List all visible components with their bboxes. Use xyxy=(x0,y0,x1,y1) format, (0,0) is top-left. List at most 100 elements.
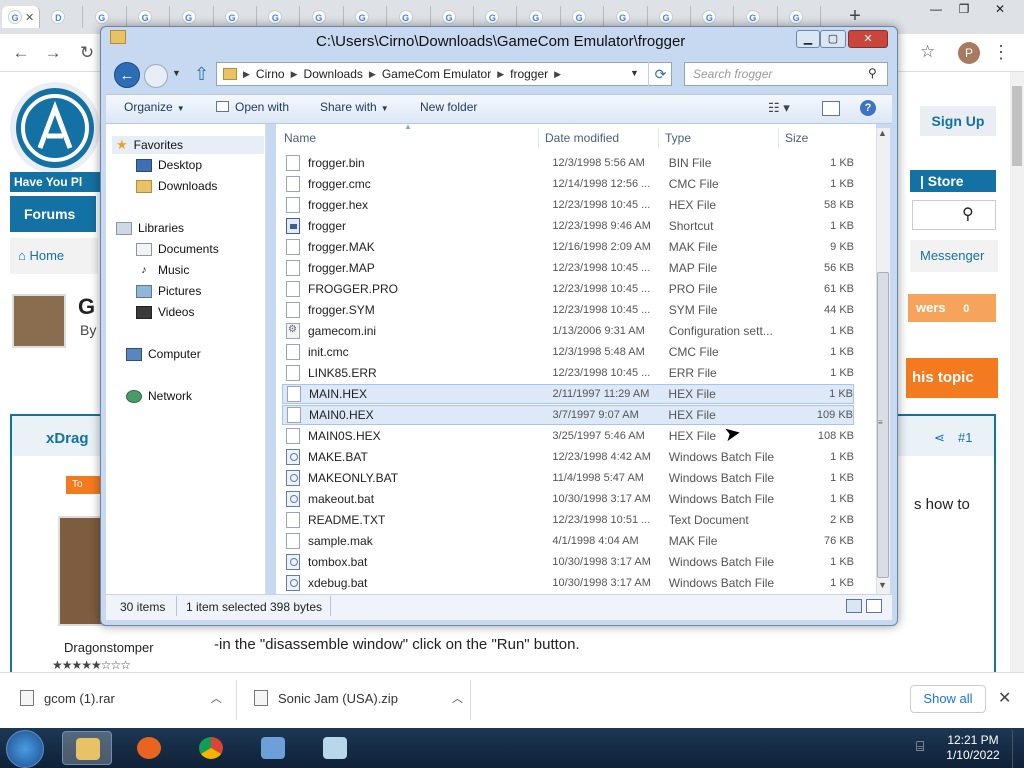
refresh-icon[interactable]: ⟳ xyxy=(648,62,672,86)
file-row[interactable]: gamecom.ini 1/13/2006 9:31 AM Configuratio… xyxy=(282,321,854,341)
file-row[interactable]: tombox.bat 10/30/1998 3:17 AM Windows Batc… xyxy=(282,552,854,572)
browser-tab[interactable]: G ✕ xyxy=(2,6,40,28)
file-row[interactable]: frogger.cmc 12/14/1998 12:56 ... CMC File 1… xyxy=(282,174,854,194)
open-with-button[interactable]: Open with xyxy=(216,100,289,114)
file-row[interactable]: MAKE.BAT 12/23/1998 4:42 AM Windows Batch … xyxy=(282,447,854,467)
column-header-date[interactable]: Date modified xyxy=(545,131,619,145)
browser-tab[interactable]: G xyxy=(393,6,431,28)
nav-computer[interactable]: Computer xyxy=(126,347,201,361)
file-row[interactable]: frogger.bin 12/3/1998 5:56 AM BIN File 1 KB xyxy=(282,153,854,173)
close-browser-button[interactable]: ✕ xyxy=(986,0,1014,20)
large-icons-view-icon[interactable] xyxy=(866,599,882,613)
column-divider[interactable] xyxy=(658,128,659,148)
file-row[interactable]: MAIN.HEX 2/11/1997 11:29 AM HEX File 1 KB xyxy=(282,384,854,404)
scroll-up-arrow-icon[interactable]: ▲ xyxy=(878,128,887,138)
preview-pane-icon[interactable] xyxy=(822,101,840,116)
scroll-down-arrow-icon[interactable]: ▼ xyxy=(878,580,887,590)
reply-topic-button[interactable]: his topic xyxy=(906,358,998,398)
minimize-button[interactable]: — xyxy=(922,0,950,20)
bookmark-star-icon[interactable]: ☆ xyxy=(920,42,935,62)
file-row[interactable]: FROGGER.PRO 12/23/1998 10:45 ... PRO File 6… xyxy=(282,279,854,299)
nav-videos[interactable]: Videos xyxy=(136,305,194,319)
post-number-link[interactable]: #1 xyxy=(958,430,972,445)
browser-tab[interactable]: G xyxy=(89,6,127,28)
site-logo[interactable] xyxy=(10,82,100,174)
menu-kebab-icon[interactable]: ⋮ xyxy=(992,42,1010,63)
taskbar-chrome[interactable] xyxy=(186,731,236,765)
column-divider[interactable] xyxy=(538,128,539,148)
chevron-right-icon[interactable]: ▶ xyxy=(554,69,561,80)
browser-tab[interactable]: G xyxy=(219,6,257,28)
post-author-name[interactable]: xDrag xyxy=(46,430,89,447)
breadcrumb-gamecom[interactable]: GameCom Emulator xyxy=(382,67,491,81)
new-tab-button[interactable]: + xyxy=(842,6,868,28)
column-header-type[interactable]: Type xyxy=(665,131,691,145)
restore-button[interactable]: ❐ xyxy=(950,0,978,20)
taskbar-control-panel[interactable] xyxy=(248,731,298,765)
breadcrumb-cirno[interactable]: Cirno xyxy=(256,67,285,81)
browser-tab[interactable]: G xyxy=(306,6,344,28)
download-item[interactable]: gcom (1).rar ︿ xyxy=(20,690,222,706)
forward-button[interactable] xyxy=(144,64,168,88)
file-row[interactable]: frogger.MAP 12/23/1998 10:45 ... MAP File 5… xyxy=(282,258,854,278)
back-button[interactable]: ← xyxy=(114,62,140,88)
help-icon[interactable]: ? xyxy=(860,100,876,116)
browser-tab[interactable]: G xyxy=(566,6,605,28)
search-icon[interactable]: ⚲ xyxy=(868,66,877,80)
forward-arrow-icon[interactable]: → xyxy=(42,42,64,64)
browser-tab[interactable]: D xyxy=(45,6,84,28)
forums-nav-tab[interactable]: Forums xyxy=(10,196,96,232)
breadcrumb-frogger[interactable]: frogger xyxy=(510,67,548,81)
home-breadcrumb[interactable]: ⌂ Home xyxy=(10,238,98,274)
taskbar-clock[interactable]: 12:21 PM 1/10/2022 xyxy=(942,733,1004,763)
show-all-button[interactable]: Show all xyxy=(910,685,986,713)
start-button[interactable] xyxy=(6,730,44,768)
topic-author-avatar[interactable] xyxy=(12,294,66,348)
nav-favorites[interactable]: ★ Favorites xyxy=(116,137,183,153)
browser-tab[interactable]: G xyxy=(176,6,214,28)
change-view-icon[interactable]: ☷ ▾ xyxy=(768,100,790,116)
close-icon[interactable]: ✕ xyxy=(25,11,34,24)
reload-icon[interactable]: ↻ xyxy=(76,42,98,64)
file-row[interactable]: xdebug.bat 10/30/1998 3:17 AM Windows Batc… xyxy=(282,573,854,593)
file-row[interactable]: frogger 12/23/1998 9:46 AM Shortcut 1 KB xyxy=(282,216,854,236)
window-maximize-button[interactable]: ▢ xyxy=(820,30,846,48)
breadcrumb-downloads[interactable]: Downloads xyxy=(304,67,363,81)
download-item[interactable]: Sonic Jam (USA).zip ︿ xyxy=(254,690,463,706)
file-row[interactable]: frogger.MAK 12/16/1998 2:09 AM MAK File 9 K… xyxy=(282,237,854,257)
file-row[interactable]: README.TXT 12/23/1998 10:51 ... Text Docum… xyxy=(282,510,854,530)
browser-tab[interactable]: G xyxy=(696,6,735,28)
taskbar-firefox[interactable] xyxy=(124,731,174,765)
chevron-right-icon[interactable]: ▶ xyxy=(369,69,376,80)
up-folder-icon[interactable]: ⇧ xyxy=(194,64,209,85)
file-row[interactable]: MAIN0S.HEX 3/25/1997 5:46 AM HEX File 108 K… xyxy=(282,426,854,446)
address-breadcrumb[interactable]: ▶ Cirno ▶ Downloads ▶ GameCom Emulator ▶… xyxy=(216,62,672,86)
browser-tab[interactable]: G xyxy=(436,6,474,28)
file-row[interactable]: makeout.bat 10/30/1998 3:17 AM Windows Bat… xyxy=(282,489,854,509)
browser-tab[interactable]: G xyxy=(262,6,301,28)
file-row[interactable]: MAIN0.HEX 3/7/1997 9:07 AM HEX File 109 KB xyxy=(282,405,854,425)
share-icon[interactable]: ⋖ xyxy=(934,430,945,446)
browser-tab[interactable]: G xyxy=(349,6,388,28)
file-row[interactable]: MAKEONLY.BAT 11/4/1998 5:47 AM Windows Bat… xyxy=(282,468,854,488)
show-desktop-button[interactable] xyxy=(1012,730,1024,768)
nav-pictures[interactable]: Pictures xyxy=(136,284,201,298)
chevron-up-icon[interactable]: ︿ xyxy=(211,690,222,706)
column-header-name[interactable]: Name xyxy=(284,131,316,145)
forum-search-input[interactable] xyxy=(912,200,996,230)
taskbar-explorer[interactable] xyxy=(62,731,112,765)
new-folder-button[interactable]: New folder xyxy=(420,100,477,114)
explorer-search-input[interactable]: Search frogger xyxy=(684,62,888,86)
chevron-right-icon[interactable]: ▶ xyxy=(291,69,298,80)
nav-music[interactable]: ♪ Music xyxy=(136,263,189,277)
browser-tab[interactable]: G xyxy=(610,6,648,28)
nav-network[interactable]: Network xyxy=(126,389,192,403)
profile-avatar[interactable]: P xyxy=(958,42,980,64)
browser-tab[interactable]: G xyxy=(479,6,518,28)
share-with-button[interactable]: Share with ▼ xyxy=(320,100,389,114)
back-arrow-icon[interactable]: ← xyxy=(10,42,32,64)
browser-tab[interactable]: G xyxy=(523,6,561,28)
page-scrollbar-thumb[interactable] xyxy=(1012,86,1022,166)
file-row[interactable]: sample.mak 4/1/1998 4:04 AM MAK File 76 KB xyxy=(282,531,854,551)
browser-tab[interactable]: G xyxy=(740,6,778,28)
